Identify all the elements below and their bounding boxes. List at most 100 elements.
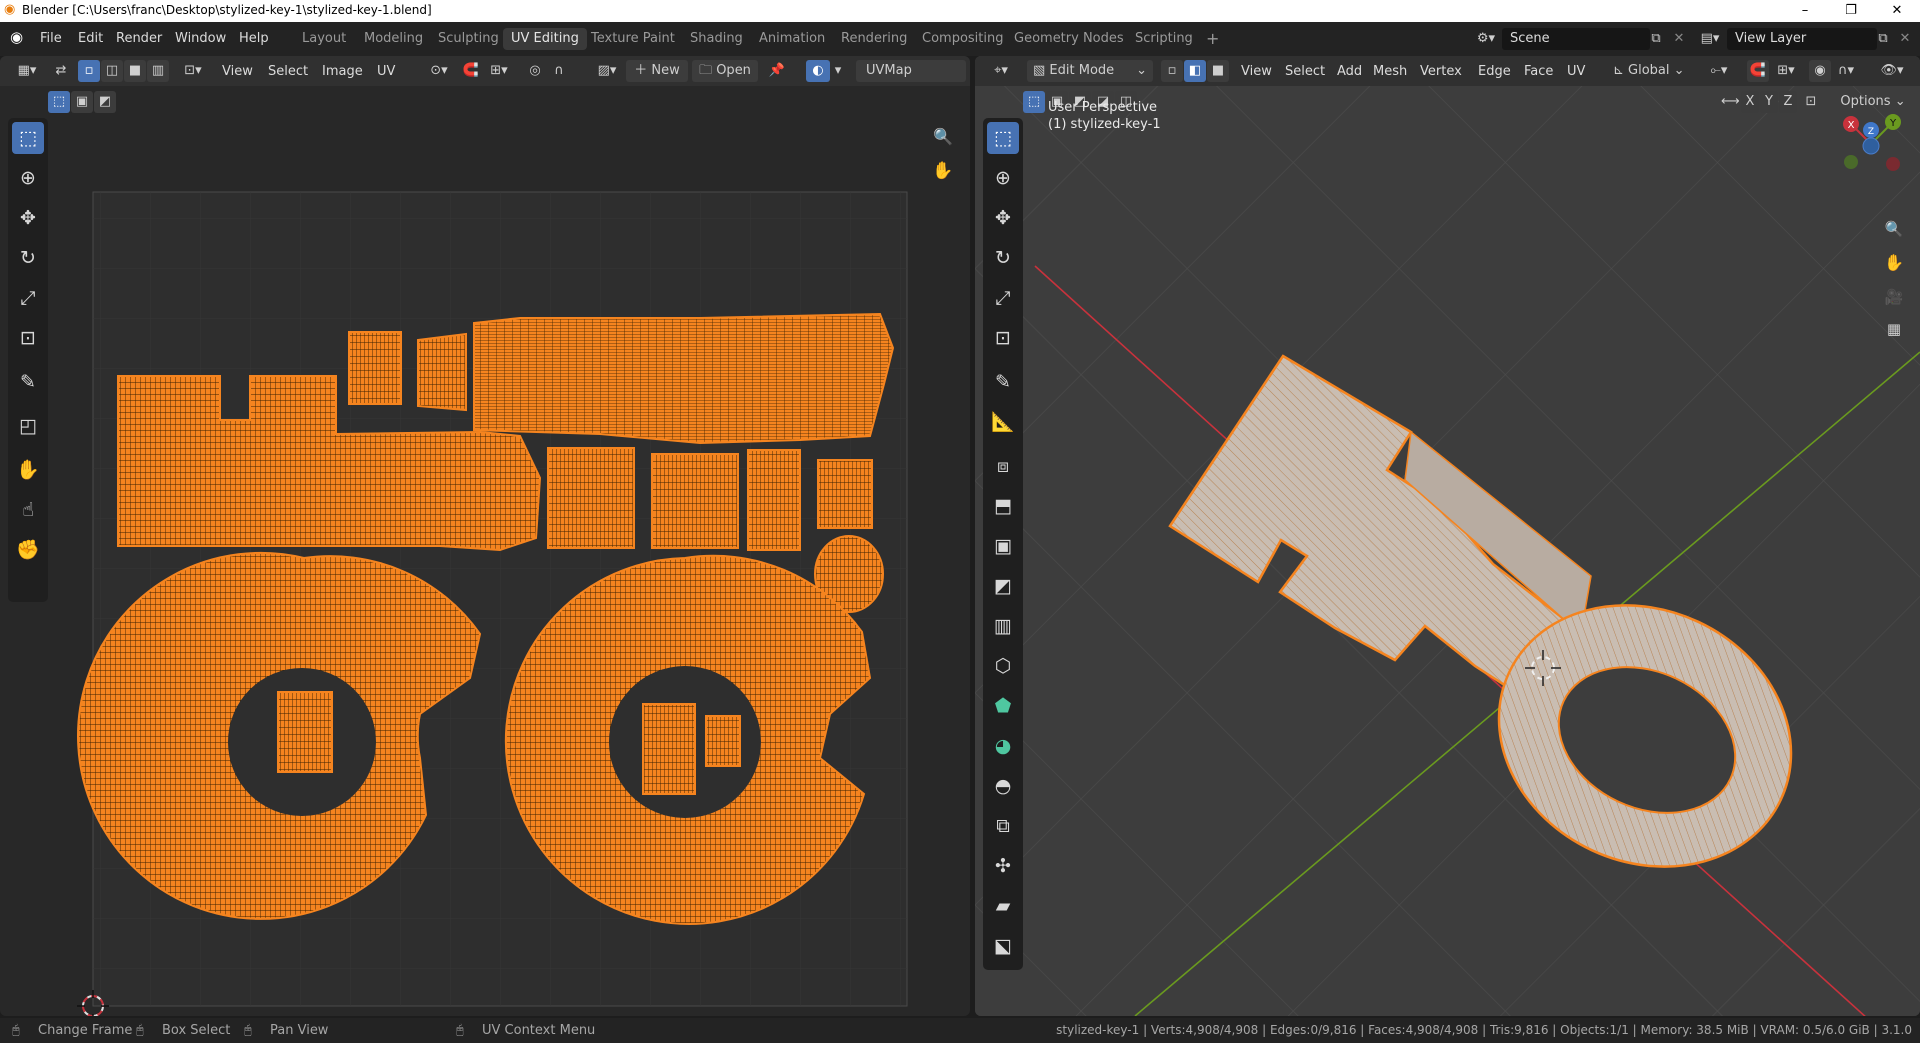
tab-sculpting[interactable]: Sculpting	[430, 28, 507, 50]
extrude-tool[interactable]: ⬒	[987, 490, 1019, 522]
uv-menu-view[interactable]: View	[222, 64, 253, 79]
snap-target-icon[interactable]: ⊞▾	[1771, 60, 1801, 82]
uv-island-block-1[interactable]	[547, 447, 635, 549]
view-layer-field[interactable]: View Layer	[1727, 28, 1877, 50]
edge-slide-tool[interactable]: ⧉	[987, 810, 1019, 842]
viewport-menu-add[interactable]: Add	[1337, 64, 1362, 79]
rotate-tool[interactable]: ↻	[987, 242, 1019, 274]
add-cube-tool[interactable]: ⧈	[987, 450, 1019, 482]
falloff-icon[interactable]: ∩▾	[1833, 60, 1859, 82]
menu-edit[interactable]: Edit	[78, 31, 103, 46]
view-layer-selector-icon[interactable]: ▤▾	[1696, 28, 1724, 50]
face-mode-icon[interactable]: ■	[1207, 60, 1229, 82]
pivot-point-icon[interactable]: ⊙▾	[424, 60, 454, 82]
uv-island-small-1[interactable]	[348, 331, 402, 405]
image-browse-icon[interactable]: ▨▾	[592, 60, 622, 82]
shrink-fatten-tool[interactable]: ✣	[987, 850, 1019, 882]
auto-merge-icon[interactable]: ⊡	[1801, 91, 1821, 113]
island-select-mode-icon[interactable]: ▥	[147, 60, 169, 82]
add-workspace-button[interactable]: +	[1198, 28, 1227, 50]
face-select-mode-icon[interactable]: ■	[124, 60, 146, 82]
select-mode-extend-icon[interactable]: ▣	[71, 91, 93, 113]
tab-scripting[interactable]: Scripting	[1127, 28, 1201, 50]
new-image-button[interactable]: ＋ New	[626, 60, 688, 82]
transform-tool[interactable]: ⊡	[987, 322, 1019, 354]
uv-island-block-2[interactable]	[651, 453, 739, 549]
viewport-shading-icon[interactable]: 👁▾	[1875, 60, 1909, 82]
delete-scene-icon[interactable]: ✕	[1668, 28, 1690, 50]
vertex-mode-icon[interactable]: ▫	[1161, 60, 1183, 82]
move-tool[interactable]: ✥	[987, 202, 1019, 234]
open-image-button[interactable]: 🗀 Open	[692, 60, 758, 82]
tab-animation[interactable]: Animation	[751, 28, 833, 50]
new-view-layer-icon[interactable]: ⧉	[1872, 28, 1894, 50]
knife-tool[interactable]: ⬡	[987, 650, 1019, 682]
pin-icon[interactable]: 📌	[766, 60, 788, 82]
scene-field[interactable]: Scene	[1502, 28, 1650, 50]
rip-region-tool[interactable]: ⬕	[987, 930, 1019, 962]
mirror-x-toggle[interactable]: X	[1741, 91, 1759, 113]
menu-file[interactable]: File	[40, 31, 62, 46]
scene-selector-icon[interactable]: ⚙▾	[1472, 28, 1500, 50]
annotate-tool[interactable]: ✎	[987, 366, 1019, 398]
uv-menu-select[interactable]: Select	[268, 64, 308, 79]
navigation-gizmo[interactable]: X Y Z	[1831, 104, 1911, 184]
mode-dropdown[interactable]: ▧ Edit Mode ⌄	[1027, 60, 1153, 82]
tab-shading[interactable]: Shading	[682, 28, 751, 50]
menu-window[interactable]: Window	[175, 31, 226, 46]
maximize-button[interactable]: ❐	[1828, 0, 1874, 22]
viewport-editor-type-icon[interactable]: ⌖▾	[985, 60, 1017, 82]
uv-island-block-3[interactable]	[747, 449, 801, 551]
viewport-menu-vertex[interactable]: Vertex	[1420, 64, 1462, 79]
sticky-selection-icon[interactable]: ⊡▾	[178, 60, 208, 82]
poly-build-tool[interactable]: ⬟	[987, 690, 1019, 722]
transform-orientation-dropdown[interactable]: ⊾ Global ⌄	[1613, 60, 1697, 82]
new-scene-icon[interactable]: ⧉	[1645, 28, 1667, 50]
viewport-menu-uv[interactable]: UV	[1567, 64, 1585, 79]
scale-tool[interactable]: ⤢	[987, 282, 1019, 314]
uv-menu-uv[interactable]: UV	[377, 64, 395, 79]
delete-view-layer-icon[interactable]: ✕	[1894, 28, 1916, 50]
select-mode-set-icon[interactable]: ⬚	[48, 91, 70, 113]
pivot-point-icon[interactable]: ⟜▾	[1703, 60, 1735, 82]
pan-view-icon[interactable]: ✋	[1881, 252, 1907, 274]
edge-select-mode-icon[interactable]: ◫	[101, 60, 123, 82]
viewport-canvas[interactable]	[975, 56, 1920, 1016]
viewport-menu-select[interactable]: Select	[1285, 64, 1325, 79]
tab-layout[interactable]: Layout	[294, 28, 354, 50]
snap-icon[interactable]: 🧲	[460, 60, 482, 82]
edge-mode-icon[interactable]: ◧	[1184, 60, 1206, 82]
loop-cut-tool[interactable]: ▥	[987, 610, 1019, 642]
camera-view-icon[interactable]: 🎥	[1881, 286, 1907, 308]
tab-geometry-nodes[interactable]: Geometry Nodes	[1006, 28, 1132, 50]
snap-icon[interactable]: 🧲	[1747, 60, 1769, 82]
menu-render[interactable]: Render	[116, 31, 162, 46]
tab-texture-paint[interactable]: Texture Paint	[583, 28, 683, 50]
minimize-button[interactable]: –	[1782, 0, 1828, 22]
proportional-edit-icon[interactable]: ◉	[1809, 60, 1831, 82]
viewport-menu-mesh[interactable]: Mesh	[1373, 64, 1407, 79]
shear-tool[interactable]: ▰	[987, 890, 1019, 922]
inset-tool[interactable]: ▣	[987, 530, 1019, 562]
perspective-toggle-icon[interactable]: ▦	[1881, 318, 1907, 340]
uvmap-field[interactable]: UVMap	[856, 60, 966, 82]
viewport-menu-view[interactable]: View	[1241, 64, 1272, 79]
proportional-edit-icon[interactable]: ◎	[524, 60, 546, 82]
uv-menu-image[interactable]: Image	[322, 64, 363, 79]
vertex-select-mode-icon[interactable]: ▫	[78, 60, 100, 82]
overlays-dropdown-icon[interactable]: ▾	[830, 60, 846, 82]
menu-help[interactable]: Help	[239, 31, 269, 46]
tab-uv-editing[interactable]: UV Editing	[503, 28, 587, 50]
mirror-y-toggle[interactable]: Y	[1760, 91, 1778, 113]
overlays-icon[interactable]: ◐	[806, 60, 830, 82]
tab-rendering[interactable]: Rendering	[833, 28, 915, 50]
uv-island-ring-inner[interactable]	[817, 459, 873, 529]
tab-modeling[interactable]: Modeling	[356, 28, 431, 50]
zoom-view-icon[interactable]: 🔍	[1881, 218, 1907, 240]
bevel-tool[interactable]: ◩	[987, 570, 1019, 602]
snap-target-icon[interactable]: ⊞▾	[484, 60, 514, 82]
uv-island-ring-right[interactable]	[504, 554, 872, 925]
editor-type-icon[interactable]: ▦▾	[10, 60, 44, 82]
mirror-icon[interactable]: ⟷	[1721, 91, 1740, 113]
uv-island-shaft-top[interactable]	[473, 312, 895, 445]
